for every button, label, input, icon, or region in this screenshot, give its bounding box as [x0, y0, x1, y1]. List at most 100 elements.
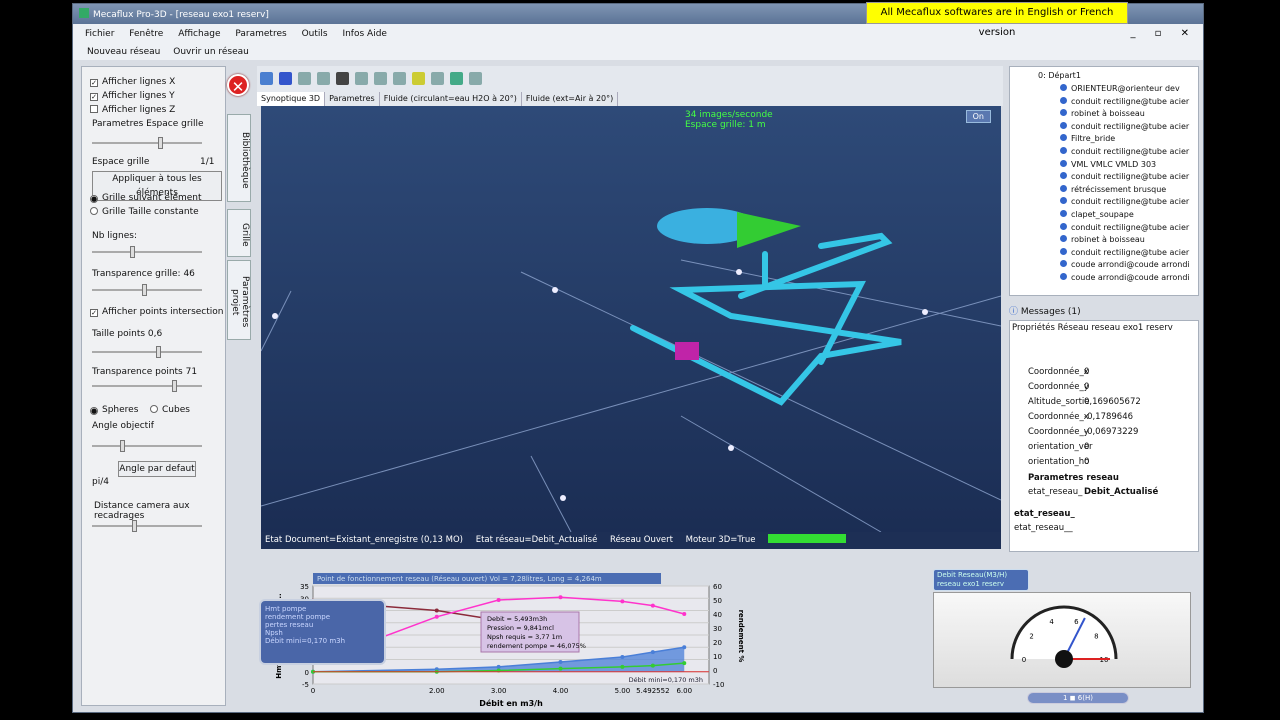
print-icon[interactable]	[317, 72, 330, 85]
menu-fenetre[interactable]: Fenêtre	[129, 24, 163, 44]
prop-row[interactable]: Coordonnée_x-0,1789646	[1014, 412, 1184, 422]
tree-item[interactable]: conduit rectiligne@tube acier	[1060, 247, 1189, 257]
show-y-checkbox[interactable]: ✓ Afficher lignes Y	[90, 91, 175, 101]
legend-debit: Débit mini=0,170 m3h	[265, 637, 346, 645]
element-icon	[1060, 222, 1067, 230]
tree-item[interactable]: conduit rectiligne@tube acier	[1060, 96, 1189, 106]
grid-line	[530, 455, 572, 532]
show-points-checkbox[interactable]: ✓ Afficher points intersection	[90, 307, 224, 317]
close-icon[interactable]: ✕	[227, 74, 249, 96]
element-icon	[1060, 96, 1067, 104]
grid-transp-slider[interactable]	[92, 284, 202, 296]
flow-gauge: 0246810	[933, 592, 1191, 688]
y2-tick-label: 30	[713, 625, 722, 633]
tab-bibliotheque[interactable]: Bibliothèque	[227, 114, 251, 202]
element-icon	[1060, 121, 1067, 129]
x-tick-label: 6.00	[676, 687, 692, 695]
save-icon[interactable]	[260, 72, 273, 85]
grid-follow-radio[interactable]: ● Grille suivant élément	[90, 193, 202, 203]
legend-series-1: Hmt pompe	[265, 605, 307, 613]
tree-item[interactable]: coude arrondi@coude arrondi	[1060, 260, 1190, 269]
tree-item[interactable]: Filtre_bride	[1060, 134, 1115, 143]
y2-tick-label: 20	[713, 639, 722, 647]
angle-default-button[interactable]: Angle par defaut	[118, 461, 196, 477]
prop-row[interactable]: Coordonnée_y-0,06973229	[1014, 427, 1184, 437]
menu-parametres[interactable]: Parametres	[235, 24, 286, 44]
camera-toolbar[interactable]: On	[965, 110, 991, 123]
menu-affichage[interactable]: Affichage	[178, 24, 220, 44]
tree-item[interactable]: robinet à boisseau	[1060, 109, 1145, 118]
point-size-slider[interactable]	[92, 346, 202, 358]
tree-item[interactable]: robinet à boisseau	[1060, 235, 1145, 244]
cubes-radio[interactable]: Cubes	[150, 405, 190, 415]
tree-item[interactable]: ORIENTEUR@orienteur dev	[1060, 84, 1180, 93]
menu-infos-aide[interactable]: Infos Aide	[342, 24, 387, 44]
prop-row[interactable]: Coordonnée_x0	[1014, 367, 1184, 377]
tree-item[interactable]: clapet_soupape	[1060, 210, 1134, 219]
3d-viewport[interactable]: 34 images/seconde Espace grille: 1 m On	[261, 106, 1001, 549]
angle-slider[interactable]	[92, 440, 202, 452]
gauge-tick: 8	[1094, 632, 1098, 640]
element-icon	[1060, 210, 1067, 217]
grid-params-slider[interactable]	[92, 137, 202, 149]
prop-row[interactable]: orientation_ver0	[1014, 442, 1184, 452]
filter-icon[interactable]	[431, 72, 444, 85]
properties-panel: Propriétés Réseau reseau exo1 reserv Coo…	[1009, 320, 1199, 552]
tree-item[interactable]: coude arrondi@coude arrondi	[1060, 273, 1190, 282]
angle-label: Angle objectif	[92, 421, 154, 431]
flow-icon[interactable]	[469, 72, 482, 85]
tab-fluide-circulant[interactable]: Fluide (circulant=eau H2O à 20°)	[380, 92, 522, 106]
prop-etat[interactable]: etat_reseau_ Debit_Actualisé	[1014, 487, 1184, 497]
measure-icon[interactable]	[412, 72, 425, 85]
pipe-icon[interactable]	[374, 72, 387, 85]
tree-item[interactable]: VML VMLC VMLD 303	[1060, 159, 1156, 169]
tab-parametres[interactable]: Parametres	[325, 92, 380, 106]
prop-row[interactable]: orientation_ho0	[1014, 457, 1184, 467]
graph-icon[interactable]	[450, 72, 463, 85]
show-x-checkbox[interactable]: ✓ Afficher lignes X	[90, 77, 175, 87]
link-icon[interactable]	[355, 72, 368, 85]
tree-item[interactable]: conduit rectiligne@tube acier	[1060, 172, 1189, 181]
cam-dist-slider[interactable]	[92, 520, 202, 532]
tree-item[interactable]: conduit rectiligne@tube acier	[1060, 121, 1189, 131]
element-icon	[1060, 184, 1067, 192]
settings-icon[interactable]	[336, 72, 349, 85]
gauge-bar[interactable]: 1 ◼ 6(H)	[1027, 692, 1129, 704]
valve-icon[interactable]	[393, 72, 406, 85]
tree-item[interactable]: conduit rectiligne@tube acier	[1060, 197, 1189, 206]
props-section: Parametres reseau	[1028, 473, 1119, 483]
copy-icon[interactable]	[298, 72, 311, 85]
y-tick-label: 35	[300, 583, 309, 591]
nb-lines-slider[interactable]	[92, 246, 202, 258]
gauge-tick: 0	[1022, 656, 1026, 664]
y2-tick-label: 10	[713, 653, 722, 661]
grid-space-value: 1/1	[200, 157, 215, 167]
element-icon	[1060, 84, 1067, 91]
gauge-title: Debit Reseau(M3/H) reseau exo1 reserv	[933, 569, 1029, 591]
spheres-radio[interactable]: ● Spheres	[90, 405, 138, 415]
prop-row[interactable]: Coordonnée_y0	[1014, 382, 1184, 392]
tab-parametres-projet[interactable]: Paramètres projet	[227, 260, 251, 340]
picture-icon[interactable]	[279, 72, 292, 85]
window-controls[interactable]: _ ▫ ✕	[1130, 28, 1197, 39]
tree-root[interactable]: 0: Départ1	[1038, 71, 1081, 80]
show-z-checkbox[interactable]: Afficher lignes Z	[90, 105, 175, 115]
tree-item[interactable]: rétrécissement brusque	[1060, 184, 1166, 194]
menu-fichier[interactable]: Fichier	[85, 24, 114, 44]
grid-line	[680, 415, 882, 532]
tab-fluide-ext[interactable]: Fluide (ext=Air à 20°)	[522, 92, 619, 106]
prop-row[interactable]: Altitude_sortie0,169605672	[1014, 397, 1184, 407]
new-network-button[interactable]: Nouveau réseau	[87, 47, 160, 57]
tree-item[interactable]: conduit rectiligne@tube acier	[1060, 222, 1189, 232]
grid-const-radio[interactable]: Grille Taille constante	[90, 207, 199, 217]
y2-tick-label: 0	[713, 667, 717, 675]
messages-tab[interactable]: ⓘ Messages (1)	[1009, 304, 1199, 318]
legend-series-3: pertes reseau	[265, 621, 314, 629]
menu-outils[interactable]: Outils	[302, 24, 328, 44]
tree-item[interactable]: conduit rectiligne@tube acier	[1060, 147, 1189, 156]
point-transp-slider[interactable]	[92, 380, 202, 392]
tab-grille[interactable]: Grille	[227, 209, 251, 257]
tab-synoptique-3d[interactable]: Synoptique 3D	[257, 92, 326, 106]
open-network-button[interactable]: Ouvrir un réseau	[173, 47, 249, 57]
nb-lines-label: Nb lignes:	[92, 231, 137, 241]
